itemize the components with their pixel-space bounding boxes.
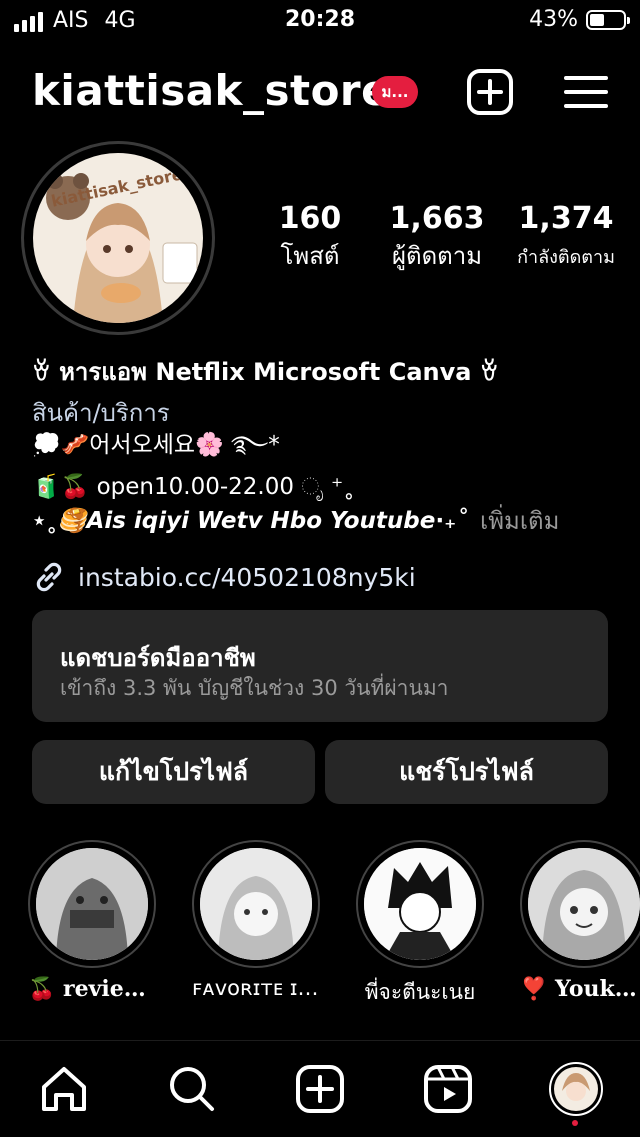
following-label: กำลังติดตาม <box>517 247 615 268</box>
search-icon[interactable] <box>164 1061 220 1117</box>
dashboard-subtitle: เข้าถึง 3.3 พัน บัญชีในช่วง 30 วันที่ผ่า… <box>60 676 449 700</box>
profile-notification-dot <box>572 1120 578 1126</box>
highlight-label: 🍒 review3 <box>28 976 156 1002</box>
highlight-cover <box>528 848 640 960</box>
battery-percent: 43% <box>529 7 578 32</box>
highlight-item[interactable]: ꜰᴀᴠᴏʀɪᴛᴇ ɪᴅ... <box>192 840 320 1000</box>
followers-stat[interactable]: 1,663 ผู้ติดตาม <box>382 200 492 274</box>
highlight-item[interactable]: พี่จะตีนะเนย <box>356 840 484 1009</box>
bio-line-2: 🧃🍒 open10.00-22.00 ೃ ⁺˳ <box>32 474 355 500</box>
bio-line-1: 💭🥓어서오세요🌸 ࿐* <box>32 432 280 458</box>
link-icon <box>36 562 62 592</box>
followers-count: 1,663 <box>389 201 485 236</box>
highlight-item[interactable]: ❣️ Youku❤️ <box>520 840 640 1002</box>
share-profile-button[interactable]: แชร์โปรไฟล์ <box>325 740 608 804</box>
plus-square-icon[interactable] <box>466 68 514 116</box>
profile-header: kiattisak_store ม... <box>32 62 608 122</box>
username-dropdown[interactable]: kiattisak_store <box>32 66 390 115</box>
highlight-cover <box>364 848 476 960</box>
hamburger-menu-icon[interactable] <box>562 68 610 116</box>
highlight-item[interactable]: 🍒 review3 <box>28 840 156 1002</box>
home-icon[interactable] <box>36 1061 92 1117</box>
status-bar: AIS 4G 20:28 43% <box>0 0 640 40</box>
highlight-label: ꜰᴀᴠᴏʀɪᴛᴇ ɪᴅ... <box>192 976 320 1000</box>
posts-count: 160 <box>278 201 342 236</box>
highlight-label: ❣️ Youku❤️ <box>520 976 640 1002</box>
battery-icon <box>586 9 630 30</box>
highlight-cover <box>200 848 312 960</box>
professional-dashboard-card[interactable]: แดชบอร์ดมืออาชีพ เข้าถึง 3.3 พัน บัญชีใน… <box>32 610 608 722</box>
highlight-cover <box>36 848 148 960</box>
bio-category: สินค้า/บริการ <box>32 399 170 427</box>
following-stat[interactable]: 1,374 กำลังติดตาม <box>506 200 626 278</box>
notification-badge[interactable]: ม... <box>372 76 418 108</box>
create-icon[interactable] <box>292 1061 348 1117</box>
bio-link[interactable]: instabio.cc/40502108ny5ki <box>32 560 416 594</box>
bottom-nav <box>0 1040 640 1137</box>
highlight-label: พี่จะตีนะเนย <box>364 980 476 1004</box>
profile-avatar[interactable] <box>548 1061 604 1117</box>
followers-label: ผู้ติดตาม <box>391 242 483 270</box>
reels-icon[interactable] <box>420 1061 476 1117</box>
posts-label: โพสต์ <box>280 242 340 270</box>
edit-profile-button[interactable]: แก้ไขโปรไฟล์ <box>32 740 315 804</box>
bio-line-3-text: ⋆˳🥞Ais iqiyi Wetv Hbo Youtube⋅₊˚ <box>32 508 468 534</box>
following-count: 1,374 <box>518 201 614 236</box>
bio-name: ꈊ หารแอพ Netflix Microsoft Canva ꈊ <box>32 358 499 386</box>
posts-stat[interactable]: 160 โพสต์ <box>270 200 350 274</box>
see-more-link[interactable]: เพิ่มเติม <box>480 504 620 538</box>
bio-link-text: instabio.cc/40502108ny5ki <box>78 562 416 592</box>
avatar[interactable]: kiattisak_store <box>33 153 203 323</box>
